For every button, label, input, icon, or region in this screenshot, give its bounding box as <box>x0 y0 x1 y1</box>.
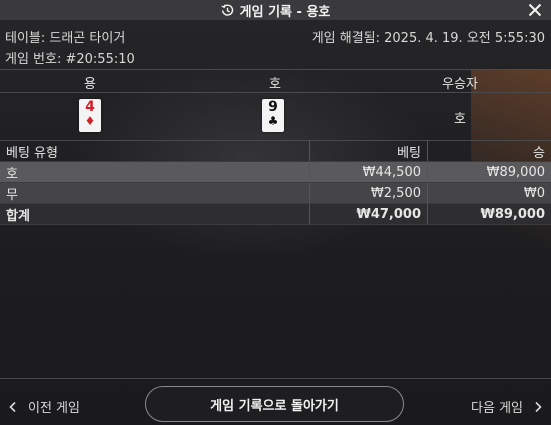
next-game-label: 다음 게임 <box>471 401 523 416</box>
win-header: 승 <box>427 141 551 162</box>
table-name: 테이블: 드래곤 타이거 <box>5 31 126 46</box>
close-button[interactable] <box>526 1 544 19</box>
total-label: 합계 <box>0 203 310 225</box>
bet-type-header: 베팅 유형 <box>0 141 310 162</box>
winner-header: 우승자 <box>442 77 478 92</box>
dragon-card-rank: 4 <box>85 99 95 115</box>
total-bet: ₩47,000 <box>309 203 428 225</box>
chevron-right-icon <box>535 401 542 412</box>
close-icon <box>528 3 542 17</box>
title-bar: 게임 기록 - 용호 <box>0 0 551 20</box>
next-game-button[interactable]: 다음 게임 <box>471 397 543 416</box>
total-row: 합계 ₩47,000 ₩89,000 <box>0 203 551 225</box>
divider <box>0 69 551 70</box>
table-row: 무 ₩2,500 ₩0 <box>0 182 551 204</box>
bet-amount: ₩2,500 <box>309 182 428 204</box>
bet-header: 베팅 <box>309 141 428 162</box>
bet-type: 무 <box>0 182 310 204</box>
prev-game-label: 이전 게임 <box>28 401 80 416</box>
back-to-history-label: 게임 기록으로 돌아가기 <box>210 398 339 414</box>
dragon-header: 용 <box>84 77 96 92</box>
dragon-card: 4 ♦ <box>79 99 101 132</box>
bets-table: 베팅 유형 베팅 승 호 ₩44,500 ₩89,000 무 ₩2,500 ₩0… <box>0 141 551 225</box>
game-number: 게임 번호: #20:55:10 <box>5 52 135 67</box>
divider <box>0 378 551 379</box>
table-header-row: 베팅 유형 베팅 승 <box>0 141 551 162</box>
prev-game-button[interactable]: 이전 게임 <box>8 397 80 416</box>
chevron-left-icon <box>9 401 16 412</box>
tiger-header: 호 <box>269 77 281 92</box>
tiger-card-rank: 9 <box>268 99 278 115</box>
win-amount: ₩0 <box>427 182 551 204</box>
club-suit-icon: ♣ <box>267 114 279 128</box>
history-icon <box>221 3 234 17</box>
window-title: 게임 기록 - 용호 <box>239 4 331 20</box>
diamond-suit-icon: ♦ <box>84 114 96 128</box>
bet-type: 호 <box>0 161 310 183</box>
total-win: ₩89,000 <box>427 203 551 225</box>
table-row: 호 ₩44,500 ₩89,000 <box>0 161 551 183</box>
divider <box>0 92 551 93</box>
winner-value: 호 <box>454 112 466 127</box>
settled-time: 게임 해결됨: 2025. 4. 19. 오전 5:55:30 <box>311 31 545 46</box>
tiger-card: 9 ♣ <box>262 99 284 132</box>
back-to-history-button[interactable]: 게임 기록으로 돌아가기 <box>145 386 404 422</box>
win-amount: ₩89,000 <box>427 161 551 183</box>
bet-amount: ₩44,500 <box>309 161 428 183</box>
